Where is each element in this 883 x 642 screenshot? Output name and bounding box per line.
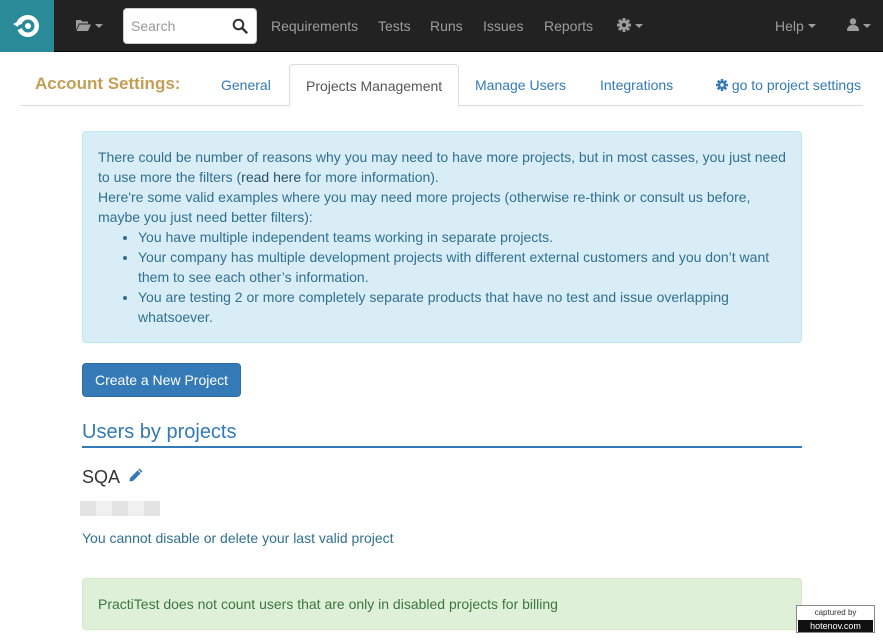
nav-runs[interactable]: Runs xyxy=(430,0,463,52)
folder-open-icon xyxy=(75,18,91,34)
chevron-down-icon xyxy=(807,24,816,28)
user-menu-dropdown[interactable] xyxy=(847,0,871,52)
nav-tests[interactable]: Tests xyxy=(378,0,411,52)
project-name: SQA xyxy=(82,467,121,487)
tab-manage-users[interactable]: Manage Users xyxy=(459,64,582,106)
info-list: You have multiple independent teams work… xyxy=(138,227,786,327)
gear-icon xyxy=(715,79,728,91)
edit-project-button[interactable] xyxy=(128,467,144,488)
create-project-button[interactable]: Create a New Project xyxy=(82,363,241,397)
read-here-link[interactable]: read here xyxy=(241,169,301,185)
nav-requirements[interactable]: Requirements xyxy=(271,0,358,52)
billing-note-alert: PractiTest does not count users that are… xyxy=(82,578,802,630)
folder-menu-dropdown[interactable] xyxy=(66,0,112,52)
users-by-projects-heading: Users by projects xyxy=(82,419,802,448)
gear-icon xyxy=(617,17,631,35)
redacted-user-list xyxy=(80,501,160,516)
help-label: Help xyxy=(775,18,804,34)
settings-menu-dropdown[interactable] xyxy=(617,0,643,52)
nav-reports[interactable]: Reports xyxy=(544,0,593,52)
tab-general[interactable]: General xyxy=(205,64,287,106)
info-text: There could be number of reasons why you… xyxy=(98,149,786,185)
tab-projects-management[interactable]: Projects Management xyxy=(289,64,460,107)
project-header: SQA xyxy=(82,467,144,488)
practitest-logo-icon[interactable] xyxy=(0,0,54,52)
list-item: You have multiple independent teams work… xyxy=(138,227,786,247)
search-input[interactable] xyxy=(124,9,228,43)
top-navbar: Requirements Tests Runs Issues Reports H… xyxy=(0,0,883,52)
watermark-bottom-text: hotenov.com xyxy=(798,620,873,632)
list-item: You are testing 2 or more completely sep… xyxy=(138,287,786,327)
project-settings-label: go to project settings xyxy=(731,77,861,93)
chevron-down-icon xyxy=(863,24,871,28)
help-menu-dropdown[interactable]: Help xyxy=(775,0,816,52)
capture-watermark: captured by hotenov.com xyxy=(796,605,875,633)
chevron-down-icon xyxy=(635,24,643,28)
last-project-notice: You cannot disable or delete your last v… xyxy=(82,530,394,546)
info-text: for more information). xyxy=(301,169,439,185)
pencil-icon xyxy=(128,467,144,488)
nav-issues[interactable]: Issues xyxy=(483,0,523,52)
account-settings-tabs: Account Settings: General Projects Manag… xyxy=(20,64,863,107)
list-item: Your company has multiple development pr… xyxy=(138,247,786,287)
search-icon[interactable] xyxy=(232,18,248,34)
tab-integrations[interactable]: Integrations xyxy=(584,64,689,106)
watermark-top-text: captured by xyxy=(814,608,857,617)
page-title: Account Settings: xyxy=(35,74,181,93)
info-alert: There could be number of reasons why you… xyxy=(82,131,802,343)
info-paragraph-2: Here're some valid examples where you ma… xyxy=(98,189,751,225)
chevron-down-icon xyxy=(94,24,103,28)
search-form xyxy=(123,8,257,44)
info-paragraph-1: There could be number of reasons why you… xyxy=(98,147,786,187)
project-settings-link[interactable]: go to project settings xyxy=(715,64,861,106)
user-icon xyxy=(847,18,859,34)
